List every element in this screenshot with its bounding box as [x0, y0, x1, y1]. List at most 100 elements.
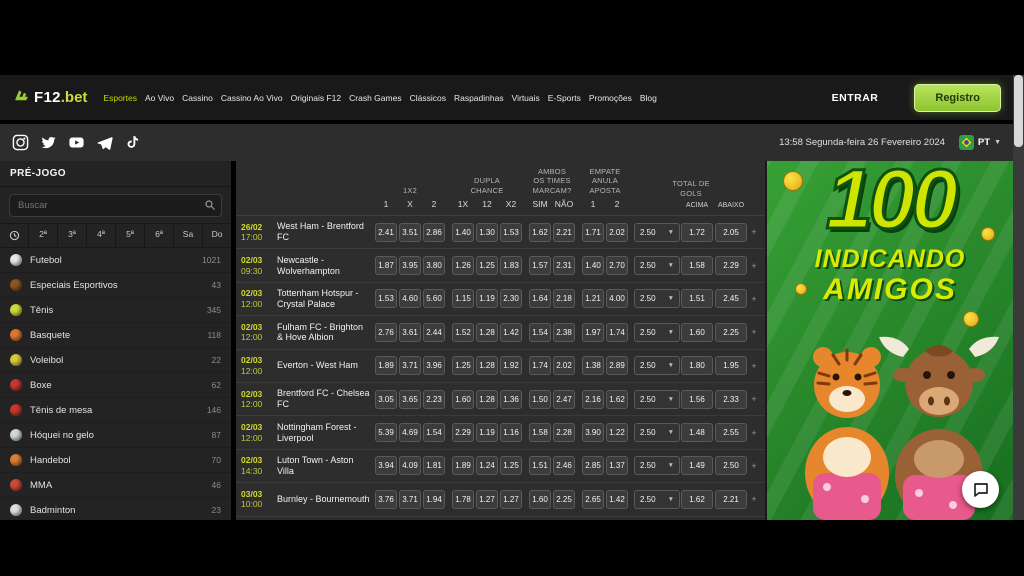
odd-cell[interactable]: 1.42	[500, 323, 522, 342]
scrollbar-thumb[interactable]	[1014, 75, 1023, 147]
youtube-icon[interactable]	[68, 134, 85, 151]
day-tab-2[interactable]: 2ª	[29, 224, 58, 247]
odd-cell-over[interactable]: 1.72	[681, 223, 713, 242]
odd-cell[interactable]: 3.51	[399, 223, 421, 242]
odd-cell[interactable]: 1.78	[452, 490, 474, 509]
match-name[interactable]: Nottingham Forest - Liverpool	[277, 422, 374, 444]
register-button[interactable]: Registro	[914, 84, 1001, 112]
odd-cell-under[interactable]: 1.95	[715, 356, 747, 375]
odd-cell[interactable]: 3.61	[399, 323, 421, 342]
logo[interactable]: F12 .bet	[12, 88, 87, 107]
odd-cell[interactable]: 2.30	[500, 289, 522, 308]
sidebar-item-handebol[interactable]: Handebol70	[0, 448, 231, 473]
nav-item-classicos[interactable]: Clássicos	[410, 93, 446, 103]
total-line-select[interactable]: 2.50▼	[634, 423, 680, 442]
total-line-select[interactable]: 2.50▼	[634, 490, 680, 509]
odd-cell-under[interactable]: 2.21	[715, 490, 747, 509]
odd-cell[interactable]: 3.94	[375, 456, 397, 475]
odd-cell-over[interactable]: 1.56	[681, 390, 713, 409]
odd-cell[interactable]: 1.28	[476, 390, 498, 409]
sidebar-item-mma[interactable]: MMA46	[0, 473, 231, 498]
odd-cell[interactable]: 2.02	[553, 356, 575, 375]
odd-cell-over[interactable]: 1.58	[681, 256, 713, 275]
odd-cell[interactable]: 1.81	[423, 456, 445, 475]
language-selector[interactable]: PT ▼	[959, 135, 1001, 150]
page-scrollbar[interactable]	[1013, 75, 1024, 520]
odd-cell[interactable]: 1.28	[476, 323, 498, 342]
tiktok-icon[interactable]	[124, 134, 141, 151]
time-filter-tab[interactable]	[0, 224, 29, 247]
odd-cell[interactable]: 5.60	[423, 289, 445, 308]
odd-cell[interactable]: 2.76	[375, 323, 397, 342]
odd-cell[interactable]: 1.89	[452, 456, 474, 475]
day-tab-sa[interactable]: Sa	[174, 224, 203, 247]
odd-cell[interactable]: 2.41	[375, 223, 397, 242]
odd-cell[interactable]: 2.29	[452, 423, 474, 442]
odd-cell[interactable]: 1.83	[500, 256, 522, 275]
odd-cell[interactable]: 3.80	[423, 256, 445, 275]
odd-cell[interactable]: 2.47	[553, 390, 575, 409]
odd-cell[interactable]: 1.60	[529, 490, 551, 509]
nav-item-ao-vivo[interactable]: Ao Vivo	[145, 93, 174, 103]
more-markets-button[interactable]: +	[748, 428, 760, 438]
odd-cell[interactable]: 1.54	[423, 423, 445, 442]
odd-cell[interactable]: 1.30	[476, 223, 498, 242]
odd-cell[interactable]: 1.53	[375, 289, 397, 308]
match-name[interactable]: Burnley - Bournemouth	[277, 494, 374, 505]
more-markets-button[interactable]: +	[748, 394, 760, 404]
odd-cell-under[interactable]: 2.50	[715, 456, 747, 475]
odd-cell[interactable]: 1.62	[529, 223, 551, 242]
odd-cell[interactable]: 1.64	[529, 289, 551, 308]
sidebar-item-badminton[interactable]: Badminton23	[0, 498, 231, 520]
odd-cell[interactable]: 1.74	[606, 323, 628, 342]
odd-cell-over[interactable]: 1.51	[681, 289, 713, 308]
odd-cell[interactable]: 3.05	[375, 390, 397, 409]
odd-cell[interactable]: 2.85	[582, 456, 604, 475]
promo-banner[interactable]: 100 INDICANDO AMIGOS	[767, 161, 1013, 520]
odd-cell-under[interactable]: 2.55	[715, 423, 747, 442]
odd-cell[interactable]: 3.65	[399, 390, 421, 409]
odd-cell[interactable]: 1.89	[375, 356, 397, 375]
more-markets-button[interactable]: +	[748, 327, 760, 337]
nav-item-raspadinhas[interactable]: Raspadinhas	[454, 93, 504, 103]
odd-cell[interactable]: 1.87	[375, 256, 397, 275]
sidebar-item-voleibol[interactable]: Voleibol22	[0, 348, 231, 373]
sidebar-item-futebol[interactable]: Futebol1021	[0, 248, 231, 273]
odd-cell-under[interactable]: 2.05	[715, 223, 747, 242]
odd-cell[interactable]: 1.57	[529, 256, 551, 275]
sidebar-item-tenis[interactable]: Tênis345	[0, 298, 231, 323]
odd-cell[interactable]: 1.40	[452, 223, 474, 242]
odd-cell-over[interactable]: 1.60	[681, 323, 713, 342]
odd-cell[interactable]: 2.25	[553, 490, 575, 509]
odd-cell[interactable]: 1.27	[476, 490, 498, 509]
odd-cell[interactable]: 1.24	[476, 456, 498, 475]
sidebar-item-boxe[interactable]: Boxe62	[0, 373, 231, 398]
total-line-select[interactable]: 2.50▼	[634, 390, 680, 409]
odd-cell[interactable]: 1.19	[476, 289, 498, 308]
odd-cell[interactable]: 1.26	[452, 256, 474, 275]
odd-cell[interactable]: 1.74	[529, 356, 551, 375]
odd-cell[interactable]: 1.40	[582, 256, 604, 275]
sidebar-item-tenis-de-mesa[interactable]: Tênis de mesa146	[0, 398, 231, 423]
total-line-select[interactable]: 2.50▼	[634, 356, 680, 375]
more-markets-button[interactable]: +	[748, 227, 760, 237]
odd-cell[interactable]: 2.46	[553, 456, 575, 475]
odd-cell[interactable]: 3.71	[399, 490, 421, 509]
odd-cell[interactable]: 1.28	[476, 356, 498, 375]
odd-cell[interactable]: 2.86	[423, 223, 445, 242]
match-name[interactable]: West Ham - Brentford FC	[277, 221, 374, 243]
odd-cell[interactable]: 2.31	[553, 256, 575, 275]
odd-cell-over[interactable]: 1.49	[681, 456, 713, 475]
nav-item-crash-games[interactable]: Crash Games	[349, 93, 401, 103]
odd-cell[interactable]: 1.15	[452, 289, 474, 308]
nav-item-esportes[interactable]: Esportes	[103, 93, 137, 103]
sidebar-item-basquete[interactable]: Basquete118	[0, 323, 231, 348]
odd-cell[interactable]: 3.96	[423, 356, 445, 375]
day-tab-4[interactable]: 4ª	[87, 224, 116, 247]
odd-cell[interactable]: 4.69	[399, 423, 421, 442]
odd-cell[interactable]: 1.37	[606, 456, 628, 475]
login-button[interactable]: ENTRAR	[832, 92, 879, 104]
odd-cell[interactable]: 2.02	[606, 223, 628, 242]
odd-cell[interactable]: 1.53	[500, 223, 522, 242]
odd-cell[interactable]: 4.00	[606, 289, 628, 308]
